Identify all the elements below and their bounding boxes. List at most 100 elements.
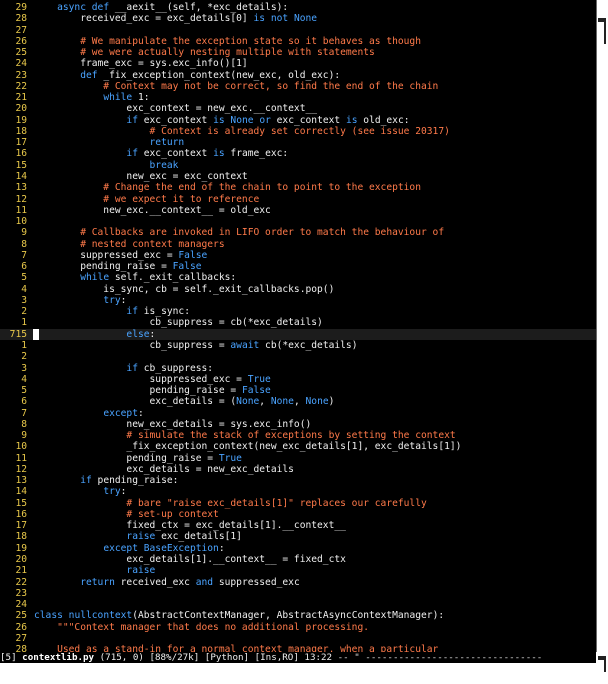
code-line[interactable]: 28 received_exc = exc_details[0] is not …: [0, 13, 596, 24]
comment-token: # set-up context: [34, 508, 219, 520]
code-line[interactable]: 11 new_exc.__context__ = old_exc: [0, 205, 596, 216]
code-line[interactable]: 23 def _fix_exception_context(new_exc, o…: [0, 70, 596, 81]
code-line[interactable]: 18 raise exc_details[1]: [0, 531, 596, 542]
line-number: 9: [21, 430, 27, 442]
code-line[interactable]: 15 break: [0, 160, 596, 171]
code-line[interactable]: 21 while 1:: [0, 92, 596, 103]
code-line[interactable]: 29 async def __aexit__(self, *exc_detail…: [0, 2, 596, 13]
code-line[interactable]: 12 exc_details = new_exc_details: [0, 464, 596, 475]
code-line[interactable]: 8 new_exc_details = sys.exc_info(): [0, 419, 596, 430]
code-line[interactable]: 7 suppressed_exc = False: [0, 250, 596, 261]
code-line[interactable]: 3 if cb_suppress:: [0, 363, 596, 374]
code-line[interactable]: 9 # Callbacks are invoked in LIFO order …: [0, 227, 596, 238]
code-line[interactable]: 8 # nested context managers: [0, 239, 596, 250]
line-number: 18: [15, 531, 27, 543]
line-number: 4: [21, 283, 27, 295]
code-token: new_exc = exc_context: [34, 170, 248, 182]
code-line[interactable]: 2: [0, 351, 596, 362]
code-line[interactable]: 10 _fix_exception_context(new_exc_detail…: [0, 441, 596, 452]
code-line[interactable]: 26 """Context manager that does no addit…: [0, 622, 596, 633]
code-line[interactable]: 10: [0, 216, 596, 227]
code-line[interactable]: 3 try:: [0, 295, 596, 306]
line-number: 7: [21, 407, 27, 419]
code-line[interactable]: 22 # Context may not be correct, so find…: [0, 81, 596, 92]
code-line[interactable]: 23: [0, 588, 596, 599]
code-line[interactable]: 7 except:: [0, 408, 596, 419]
code-line[interactable]: 19 if exc_context is None or exc_context…: [0, 115, 596, 126]
code-line[interactable]: 15 # bare "raise exc_details[1]" replace…: [0, 498, 596, 509]
code-text: # nested context managers: [34, 238, 225, 250]
code-line[interactable]: 20 exc_context = new_exc.__context__: [0, 103, 596, 114]
keyword-token: is: [253, 13, 266, 25]
code-line[interactable]: 28 Used as a stand-in for a normal conte…: [0, 644, 596, 652]
code-line[interactable]: 24: [0, 599, 596, 610]
code-line[interactable]: 25 class nullcontext(AbstractContextManag…: [0, 610, 596, 621]
code-line[interactable]: 17 return: [0, 137, 596, 148]
code-line[interactable]: 22 return received_exc and suppressed_ex…: [0, 577, 596, 588]
code-line[interactable]: 20 exc_details[1].__context__ = fixed_ct…: [0, 554, 596, 565]
code-text: async def __aexit__(self, *exc_details):: [34, 2, 288, 13]
code-line[interactable]: 12 # we expect it to reference: [0, 194, 596, 205]
line-number: 28: [15, 13, 27, 25]
current-line[interactable]: 715 else:: [0, 328, 596, 340]
code-line[interactable]: 14 try:: [0, 486, 596, 497]
code-text: new_exc = exc_context: [34, 170, 248, 182]
code-line[interactable]: 14 new_exc = exc_context: [0, 171, 596, 182]
code-line[interactable]: 1 cb_suppress = cb(*exc_details): [0, 317, 596, 328]
code-line[interactable]: 16 if exc_context is frame_exc:: [0, 148, 596, 159]
code-line[interactable]: 27: [0, 633, 596, 644]
code-text: return received_exc and suppressed_exc: [34, 577, 300, 588]
code-text: exc_context = new_exc.__context__: [34, 103, 317, 114]
code-token: _fix_exception_context(new_exc, old_exc)…: [97, 69, 341, 81]
code-line[interactable]: 5 while self._exit_callbacks:: [0, 272, 596, 283]
line-number: 26: [15, 621, 27, 633]
line-number: 21: [15, 92, 27, 104]
code-line[interactable]: 13 if pending_raise:: [0, 475, 596, 486]
code-line[interactable]: 9 # simulate the stack of exceptions by …: [0, 430, 596, 441]
code-line[interactable]: 4 suppressed_exc = True: [0, 374, 596, 385]
minibuffer[interactable]: [0, 663, 597, 680]
code-text: Used as a stand-in for a normal context …: [34, 644, 438, 652]
code-token: exc_details = new_exc_details: [34, 463, 294, 475]
comment-token: # nested context managers: [34, 238, 225, 250]
code-text: # Context may not be correct, so find th…: [34, 81, 438, 92]
line-number: 27: [15, 632, 27, 644]
code-line[interactable]: 27: [0, 25, 596, 36]
code-line[interactable]: 11 pending_raise = True: [0, 453, 596, 464]
code-line[interactable]: 18 # Context is already set correctly (s…: [0, 126, 596, 137]
line-number: 1: [21, 339, 27, 351]
line-number: 10: [15, 441, 27, 453]
line-number: 28: [15, 644, 27, 652]
string-token: """Context manager that does no addition…: [34, 621, 370, 633]
code-text: while 1:: [34, 92, 149, 103]
line-number: 24: [15, 599, 27, 611]
code-line[interactable]: 24 frame_exc = sys.exc_info()[1]: [0, 58, 596, 69]
code-line[interactable]: 17 fixed_ctx = exc_details[1].__context_…: [0, 520, 596, 531]
code-line[interactable]: 13 # Change the end of the chain to poin…: [0, 182, 596, 193]
code-line[interactable]: 26 # We manipulate the exception state s…: [0, 36, 596, 47]
code-line[interactable]: 2 if is_sync:: [0, 306, 596, 317]
code-token: :: [120, 294, 127, 306]
code-token: exc_details = (: [34, 396, 237, 408]
code-line[interactable]: 1 cb_suppress = await cb(*exc_details): [0, 340, 596, 351]
code-line[interactable]: 5 pending_raise = False: [0, 385, 596, 396]
code-line[interactable]: 6 exc_details = (None, None, None): [0, 396, 596, 407]
code-line[interactable]: 19 except BaseException:: [0, 543, 596, 554]
code-text: cb_suppress = await cb(*exc_details): [34, 340, 358, 351]
comment-token: # simulate the stack of exceptions by se…: [34, 430, 456, 442]
line-number: 8: [21, 238, 27, 250]
line-number: 20: [15, 554, 27, 566]
code-line[interactable]: 6 pending_raise = False: [0, 261, 596, 272]
scrollbar[interactable]: [597, 0, 608, 680]
code-line[interactable]: 21 raise: [0, 565, 596, 576]
code-line[interactable]: 25 # we were actually nesting multiple w…: [0, 47, 596, 58]
code-line[interactable]: 4 is_sync, cb = self._exit_callbacks.pop…: [0, 284, 596, 295]
code-editor[interactable]: 2 9 async def __aexit__(self, *exc_detail…: [0, 2, 596, 652]
code-line[interactable]: 16 # set-up context: [0, 509, 596, 520]
code-token: pending_raise =: [34, 385, 242, 397]
keyword-token: if: [80, 475, 92, 487]
